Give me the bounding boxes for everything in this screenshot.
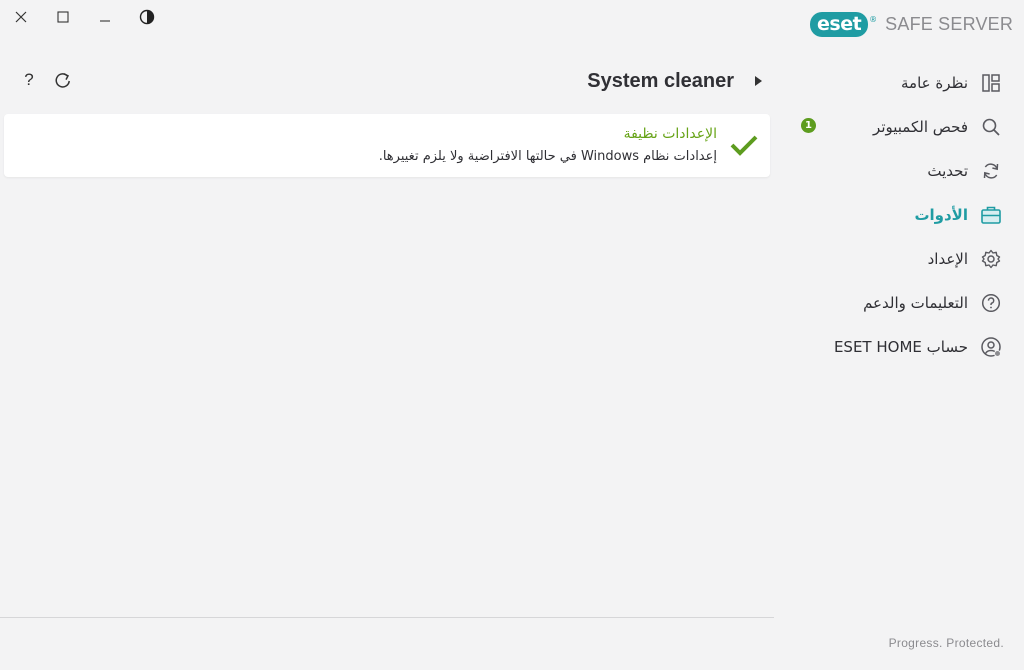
- account-icon: [980, 336, 1002, 358]
- refresh-button[interactable]: [51, 68, 75, 92]
- sidebar-item-help-support[interactable]: التعليمات والدعم: [863, 290, 1002, 316]
- brand-logo: eset ® SAFE SERVER: [810, 12, 1013, 37]
- refresh-icon: [55, 73, 70, 88]
- sidebar-item-label: التعليمات والدعم: [863, 294, 968, 312]
- status-title: الإعدادات نظيفة: [623, 126, 717, 142]
- minimize-button[interactable]: [90, 4, 120, 30]
- theme-toggle-button[interactable]: [132, 4, 162, 30]
- update-icon: [980, 160, 1002, 182]
- gear-icon: [980, 248, 1002, 270]
- caret-right-icon[interactable]: [753, 74, 765, 88]
- search-icon: [980, 116, 1002, 138]
- sidebar-item-computer-scan[interactable]: فحص الكمبيوتر: [873, 114, 1002, 140]
- status-description: إعدادات نظام Windows في حالتها الافتراضي…: [378, 149, 717, 164]
- toolbox-icon: [980, 204, 1002, 226]
- eset-logo: eset: [810, 12, 869, 37]
- sidebar-item-label: فحص الكمبيوتر: [873, 118, 968, 136]
- status-card: الإعدادات نظيفة إعدادات نظام Windows في …: [4, 114, 770, 177]
- minimize-icon: [100, 20, 110, 22]
- help-button[interactable]: ?: [17, 68, 41, 92]
- contrast-icon: [139, 9, 155, 25]
- sidebar-item-tools[interactable]: الأدوات: [914, 202, 1002, 228]
- help-question-icon: ?: [24, 70, 34, 89]
- maximize-button[interactable]: [48, 4, 78, 30]
- sidebar-item-update[interactable]: تحديث: [927, 158, 1002, 184]
- sidebar-item-label: نظرة عامة: [901, 74, 968, 92]
- checkmark-icon: [730, 135, 758, 156]
- product-name: SAFE SERVER: [885, 14, 1014, 34]
- sidebar-item-label: الإعداد: [927, 250, 968, 268]
- sidebar-item-setup[interactable]: الإعداد: [928, 246, 1002, 272]
- page-title: System cleaner: [587, 70, 734, 92]
- close-icon: [15, 11, 27, 23]
- overview-icon: [980, 72, 1002, 94]
- footer-tagline: Progress. Protected.: [888, 636, 1004, 650]
- sidebar-item-label: الأدوات: [914, 206, 968, 224]
- help-icon: [980, 292, 1002, 314]
- close-button[interactable]: [6, 4, 36, 30]
- maximize-icon: [57, 11, 69, 23]
- sidebar-item-label: حساب ESET HOME: [833, 338, 968, 356]
- notification-badge: 1: [801, 118, 816, 133]
- sidebar-item-eset-home[interactable]: حساب ESET HOME: [834, 334, 1002, 360]
- footer-divider: [0, 617, 774, 618]
- sidebar-item-overview[interactable]: نظرة عامة: [901, 70, 1002, 96]
- sidebar-item-label: تحديث: [927, 162, 968, 180]
